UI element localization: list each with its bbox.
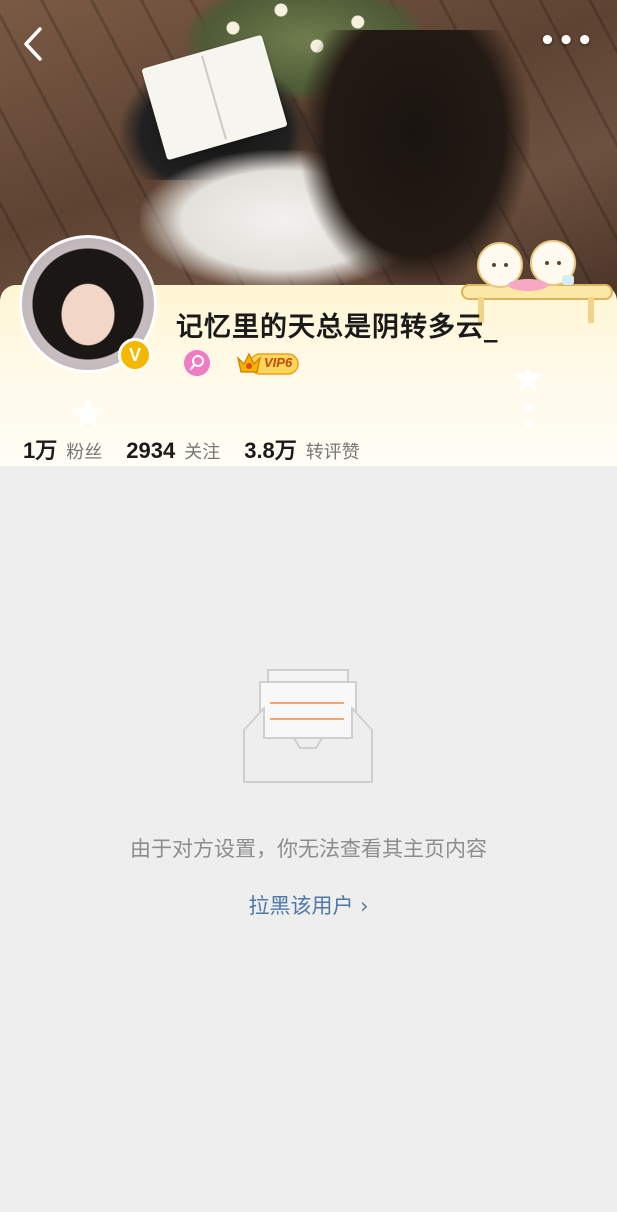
stat-likes[interactable]: 3.8万 转评赞 [244,433,360,465]
vip-level-label: VIP6 [264,355,293,370]
stat-label: 转评赞 [305,442,360,463]
more-button[interactable]: ••• [539,28,595,54]
female-icon [184,350,210,376]
dot-decoration-icon [524,403,534,428]
verified-badge-icon: V [118,338,152,372]
stat-value: 3.8万 [244,438,297,463]
chevron-left-icon [24,27,42,61]
stat-followers[interactable]: 1万 粉丝 [23,433,102,465]
stat-value: 1万 [23,438,58,463]
stat-label: 关注 [184,442,221,463]
star-decoration-icon [513,363,543,393]
empty-state-message: 由于对方设置，你无法查看其主页内容 [130,837,487,861]
star-decoration-icon [72,397,104,429]
username: 记忆里的天总是阴转多云_ [176,312,499,343]
profile-stats: 1万 粉丝 2934 关注 3.8万 转评赞 [23,433,384,465]
stat-following[interactable]: 2934 关注 [126,438,220,464]
stat-value: 2934 [126,438,176,463]
block-user-link[interactable]: 拉黑该用户 › [0,890,617,920]
stat-label: 粉丝 [66,442,103,463]
more-dots-icon: ••• [539,26,595,56]
empty-inbox-icon [243,669,373,783]
back-button[interactable] [22,26,44,68]
